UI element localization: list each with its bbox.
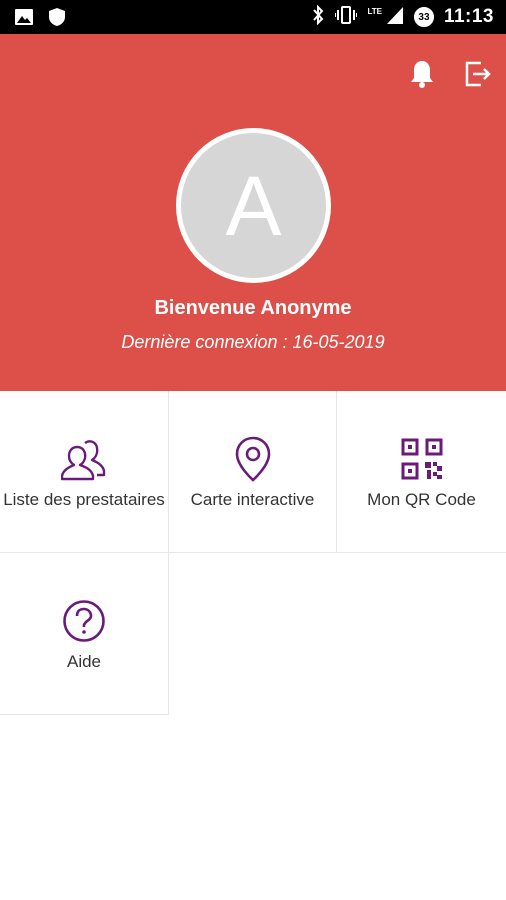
vibrate-icon <box>334 5 359 30</box>
bell-icon[interactable] <box>406 58 438 90</box>
welcome-text: Bienvenue Anonyme <box>154 297 352 319</box>
map-pin-icon <box>229 435 277 483</box>
network-type: LTE <box>367 6 382 16</box>
help-icon <box>60 597 108 645</box>
menu-item-label: Mon QR Code <box>367 490 476 509</box>
menu-item-providers[interactable]: Liste des prestataires <box>0 391 169 553</box>
logout-icon[interactable] <box>462 58 494 90</box>
image-icon <box>14 7 34 32</box>
qr-code-icon <box>398 435 446 483</box>
clock-time: 11:13 <box>443 6 494 27</box>
status-bar: LTE 33 11:13 <box>0 0 506 34</box>
menu-item-qr-code[interactable]: Mon QR Code <box>337 391 506 553</box>
menu-item-map[interactable]: Carte interactive <box>169 391 337 553</box>
bluetooth-icon <box>311 4 325 31</box>
battery-saver-icon: 33 <box>413 7 434 27</box>
menu-item-label: Liste des prestataires <box>3 490 165 509</box>
avatar: A <box>176 128 331 283</box>
shield-icon <box>48 7 66 32</box>
status-bar-right: LTE 33 11:13 <box>311 4 494 30</box>
users-icon <box>60 435 108 483</box>
menu-item-help[interactable]: Aide <box>0 553 169 715</box>
signal-icon <box>386 5 404 30</box>
menu-item-label: Carte interactive <box>190 490 315 509</box>
avatar-initial: A <box>225 158 282 253</box>
last-login-text: Dernière connexion : 16-05-2019 <box>121 332 385 352</box>
status-bar-left <box>14 7 66 32</box>
profile-header: A Bienvenue Anonyme Dernière connexion :… <box>0 34 506 391</box>
menu-item-label: Aide <box>66 652 102 671</box>
